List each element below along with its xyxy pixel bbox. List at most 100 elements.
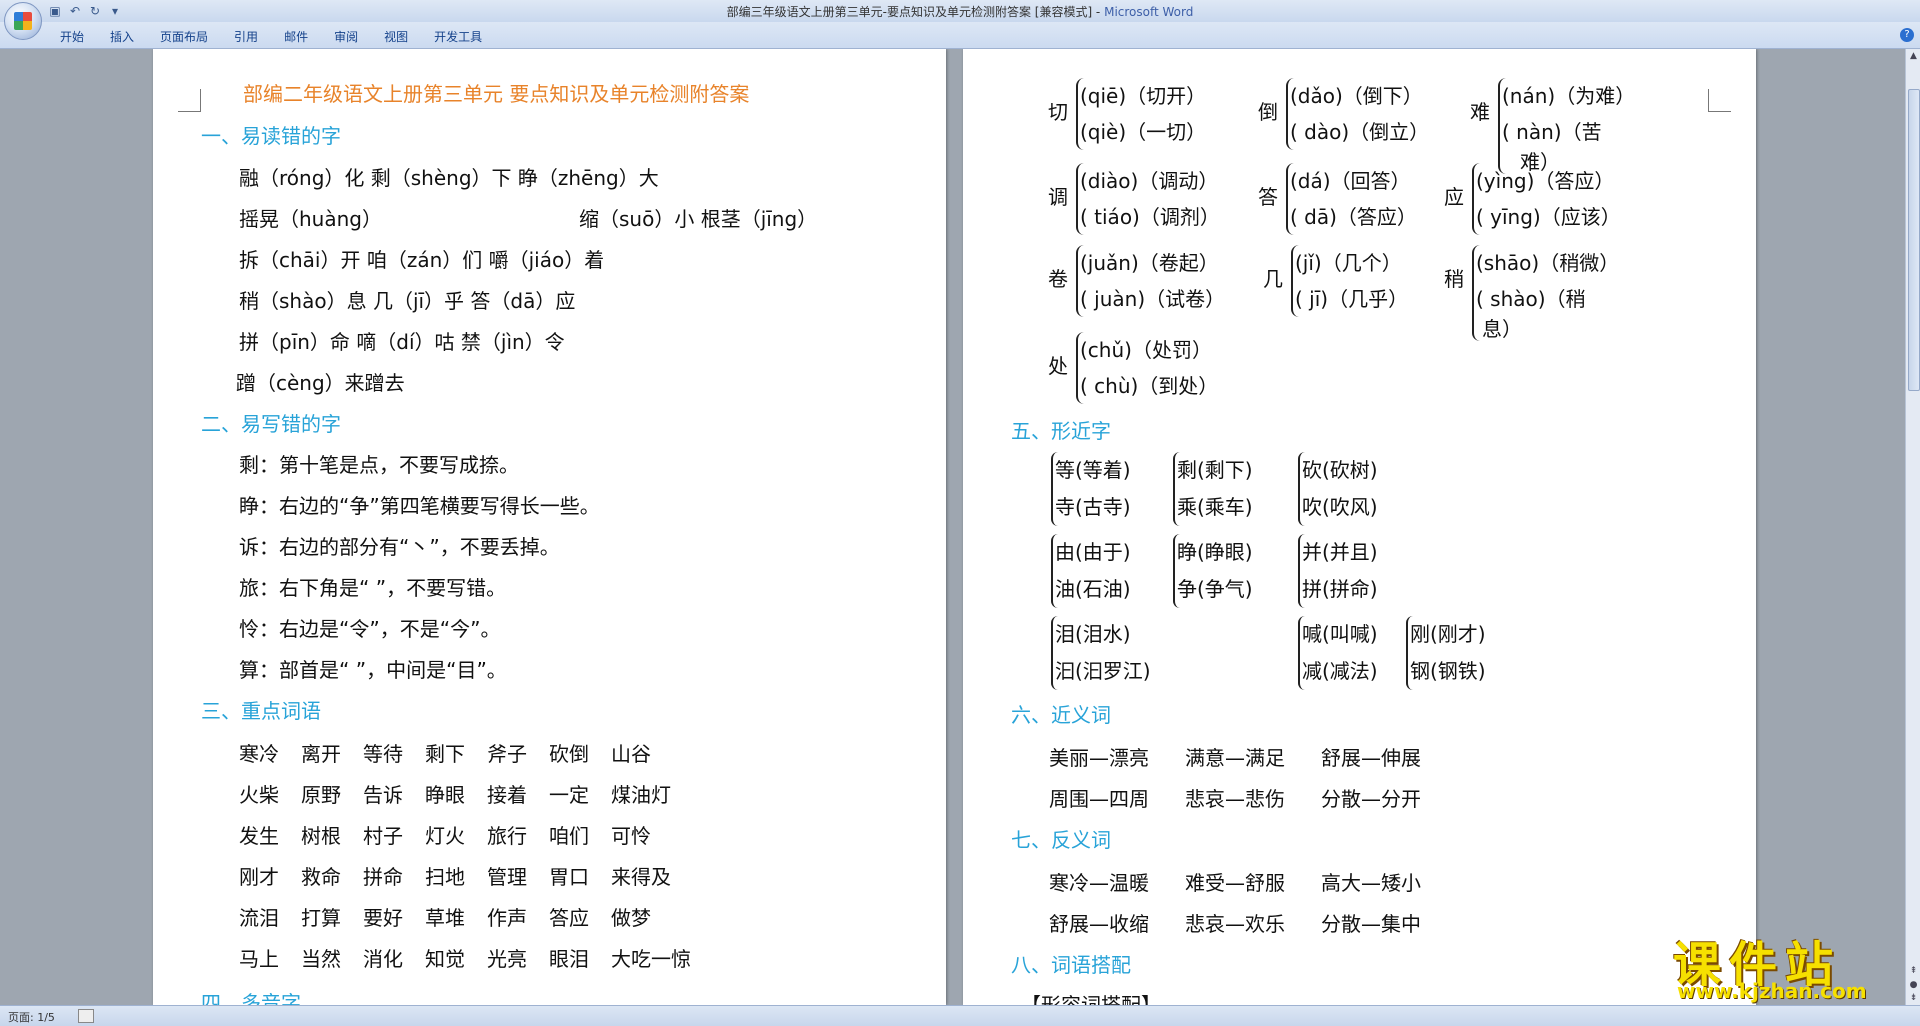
tab-home[interactable]: 开始 bbox=[60, 28, 84, 45]
word: 光亮 bbox=[487, 947, 527, 971]
section-heading: 一、易读错的字 bbox=[201, 124, 341, 148]
similar-char: 剩(剩下) bbox=[1177, 458, 1253, 482]
page-indicator[interactable]: 页面: 1/5 bbox=[8, 1009, 55, 1025]
text-line: 算：部首是“ ”，中间是“目”。 bbox=[239, 658, 507, 682]
watermark-url: www.kjzhan.com bbox=[1677, 979, 1867, 1003]
polyphone-char: 几 bbox=[1263, 267, 1283, 291]
next-page-icon[interactable]: ⇟ bbox=[1906, 991, 1920, 1005]
scrollbar-thumb[interactable] bbox=[1908, 89, 1920, 391]
word: 要好 bbox=[363, 906, 403, 930]
tab-developer[interactable]: 开发工具 bbox=[434, 28, 482, 45]
similar-char: 睁(睁眼) bbox=[1177, 540, 1253, 564]
word: 原野 bbox=[301, 783, 341, 807]
section-heading: 八、词语搭配 bbox=[1011, 953, 1131, 977]
polyphone-char: 切 bbox=[1048, 100, 1068, 124]
synonym-row: 美丽—漂亮 满意—满足 舒展—伸展 bbox=[1049, 742, 1443, 771]
tab-review[interactable]: 审阅 bbox=[334, 28, 358, 45]
window-title: 部编三年级语文上册第三单元-要点知识及单元检测附答案 [兼容模式] - Micr… bbox=[0, 3, 1920, 20]
help-icon[interactable]: ? bbox=[1900, 28, 1914, 42]
section-heading: 二、易写错的字 bbox=[201, 412, 341, 436]
word: 作声 bbox=[487, 906, 527, 930]
text-line: 旅：右下角是“ ”，不要写错。 bbox=[239, 576, 507, 600]
scroll-up-icon[interactable]: ▲ bbox=[1906, 49, 1920, 63]
tab-references[interactable]: 引用 bbox=[234, 28, 258, 45]
word: 来得及 bbox=[611, 865, 671, 889]
reading: (yìng)（答应） bbox=[1476, 169, 1615, 193]
select-browse-object-icon[interactable]: ● bbox=[1906, 978, 1920, 992]
text-line: 剩：第十笔是点，不要写成捺。 bbox=[239, 453, 519, 477]
document-page-1: 部编二年级语文上册第三单元 要点知识及单元检测附答案 一、易读错的字 融（rón… bbox=[153, 49, 946, 1005]
polyphone-char: 卷 bbox=[1048, 267, 1068, 291]
word-row: 火柴 原野 告诉 睁眼 接着 一定 煤油灯 bbox=[239, 779, 693, 808]
word: 草堆 bbox=[425, 906, 465, 930]
polyphone-char: 答 bbox=[1258, 185, 1278, 209]
similar-char: 汩(汩罗江) bbox=[1055, 659, 1151, 683]
word: 接着 bbox=[487, 783, 527, 807]
text-line: 诉：右边的部分有“丶”，不要丢掉。 bbox=[239, 535, 560, 559]
similar-char-group: 剩(剩下) 乘(乘车) bbox=[1173, 452, 1253, 526]
tab-mailings[interactable]: 邮件 bbox=[284, 28, 308, 45]
word-pair: 悲哀—悲伤 bbox=[1185, 787, 1285, 811]
similar-char: 乘(乘车) bbox=[1177, 495, 1253, 519]
reading: (shāo)（稍微） bbox=[1476, 251, 1620, 275]
text-line: 拆（chāi）开 咱（zán）们 嚼（jiáo）着 bbox=[239, 248, 605, 272]
similar-char: 减(减法) bbox=[1302, 659, 1378, 683]
reading: (juǎn)（卷起） bbox=[1080, 251, 1219, 275]
similar-char: 钢(钢铁) bbox=[1410, 659, 1486, 683]
reading: (jǐ)（几个） bbox=[1295, 251, 1402, 275]
reading: ( jī)（几乎） bbox=[1295, 287, 1409, 311]
section-heading: 五、形近字 bbox=[1011, 419, 1111, 443]
reading: ( dā)（答应） bbox=[1290, 205, 1417, 229]
word: 斧子 bbox=[487, 742, 527, 766]
similar-char-group: 泪(泪水) 汩(汩罗江) bbox=[1051, 616, 1151, 690]
previous-page-icon[interactable]: ⇞ bbox=[1906, 964, 1920, 978]
reading: (dá)（回答） bbox=[1290, 169, 1411, 193]
document-name: 部编三年级语文上册第三单元-要点知识及单元检测附答案 [兼容模式] - bbox=[726, 5, 1105, 19]
word: 消化 bbox=[363, 947, 403, 971]
text-line: 睁：右边的“争”第四笔横要写得长一些。 bbox=[239, 494, 600, 518]
word: 答应 bbox=[549, 906, 589, 930]
reading: (qiē)（切开） bbox=[1080, 84, 1207, 108]
word: 大吃一惊 bbox=[611, 947, 691, 971]
office-button[interactable] bbox=[4, 2, 42, 40]
word: 刚才 bbox=[239, 865, 279, 889]
word-pair: 寒冷—温暖 bbox=[1049, 871, 1149, 895]
similar-char: 吹(吹风) bbox=[1302, 495, 1378, 519]
word: 离开 bbox=[301, 742, 341, 766]
polyphone-char: 稍 bbox=[1444, 267, 1464, 291]
similar-char-group: 砍(砍树) 吹(吹风) bbox=[1298, 452, 1378, 526]
similar-char-group: 并(并且) 拼(拼命) bbox=[1298, 534, 1378, 608]
text-line: 缩（suō）小 根茎（jīng） bbox=[579, 207, 818, 231]
word: 树根 bbox=[301, 824, 341, 848]
word: 旅行 bbox=[487, 824, 527, 848]
similar-char: 喊(叫喊) bbox=[1302, 622, 1378, 646]
document-page-2: 切 (qiē)（切开） (qiè)（一切） 倒 (dǎo)（倒下） ( dào)（倒… bbox=[963, 49, 1756, 1005]
word-pair: 悲哀—欢乐 bbox=[1185, 912, 1285, 936]
app-name: Microsoft Word bbox=[1104, 5, 1194, 19]
word: 寒冷 bbox=[239, 742, 279, 766]
proofing-icon[interactable] bbox=[78, 1009, 94, 1023]
crop-mark bbox=[1708, 89, 1731, 112]
text-line: 稍（shào）息 几（jī）乎 答（dā）应 bbox=[239, 289, 576, 313]
word: 扫地 bbox=[425, 865, 465, 889]
word-row: 刚才 救命 拼命 扫地 管理 胃口 来得及 bbox=[239, 861, 693, 890]
word-pair: 满意—满足 bbox=[1185, 746, 1285, 770]
word: 流泪 bbox=[239, 906, 279, 930]
vertical-scrollbar[interactable]: ▲ ⇞ ● ⇟ bbox=[1905, 49, 1920, 1005]
word: 马上 bbox=[239, 947, 279, 971]
tab-insert[interactable]: 插入 bbox=[110, 28, 134, 45]
similar-char: 寺(古寺) bbox=[1055, 495, 1131, 519]
tab-page-layout[interactable]: 页面布局 bbox=[160, 28, 208, 45]
synonym-row: 周围—四周 悲哀—悲伤 分散—分开 bbox=[1049, 783, 1443, 812]
reading: (diào)（调动） bbox=[1080, 169, 1219, 193]
word-pair: 分散—集中 bbox=[1321, 912, 1421, 936]
tab-view[interactable]: 视图 bbox=[384, 28, 408, 45]
similar-char-group: 睁(睁眼) 争(争气) bbox=[1173, 534, 1253, 608]
similar-char-group: 由(由于) 油(石油) bbox=[1051, 534, 1131, 608]
word: 等待 bbox=[363, 742, 403, 766]
text-line: 蹭（cèng）来蹭去 bbox=[236, 371, 405, 395]
word: 剩下 bbox=[425, 742, 465, 766]
word-row: 发生 树根 村子 灯火 旅行 咱们 可怜 bbox=[239, 820, 673, 849]
reading: (chǔ)（处罚） bbox=[1080, 338, 1212, 362]
word-pair: 舒展—收缩 bbox=[1049, 912, 1149, 936]
